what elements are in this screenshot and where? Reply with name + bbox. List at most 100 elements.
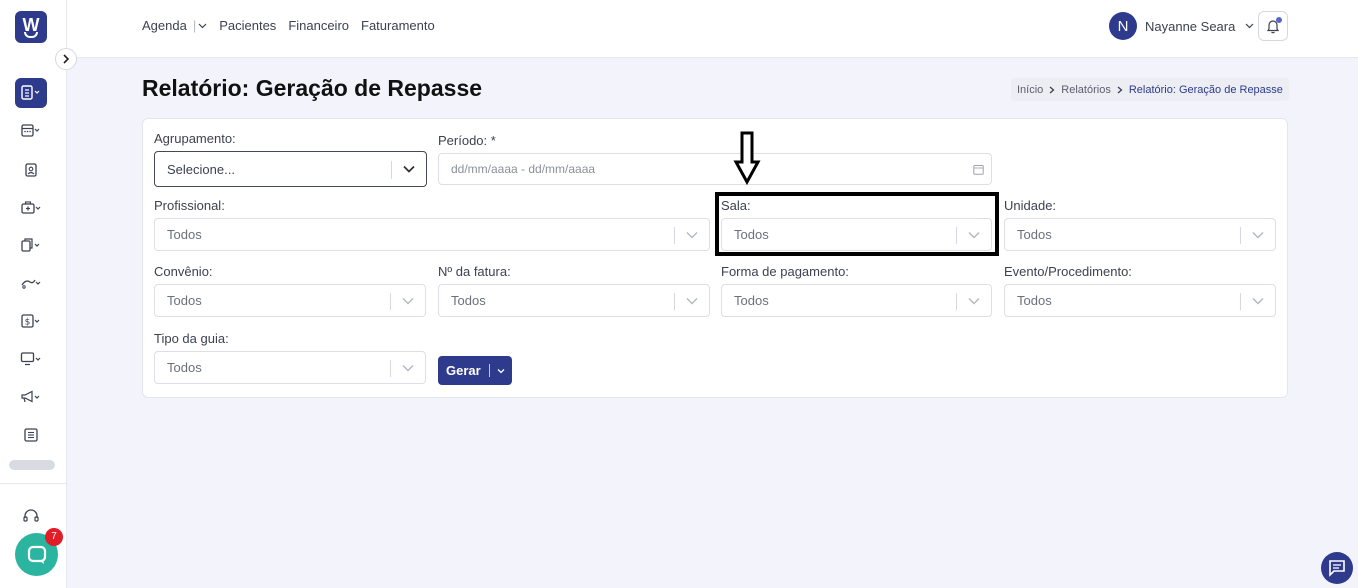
sidebar-item-patients[interactable] — [15, 155, 47, 185]
select-separator — [390, 360, 391, 377]
chevron-down-icon — [403, 165, 415, 173]
floating-message-button[interactable] — [1321, 552, 1353, 584]
sidebar-item-monitor[interactable] — [15, 344, 47, 374]
page-title: Relatório: Geração de Repasse — [142, 75, 483, 101]
sidebar-item-calendar[interactable] — [15, 116, 47, 146]
megaphone-icon — [21, 390, 40, 403]
evento-select[interactable]: Todos — [1004, 284, 1276, 317]
chevron-right-icon — [1049, 86, 1055, 93]
sidebar-item-marketing[interactable] — [15, 382, 47, 412]
chevron-down-icon — [968, 298, 980, 305]
sidebar-item-clinic[interactable] — [15, 193, 47, 223]
sidebar-item-procedures[interactable] — [15, 268, 47, 298]
chevron-right-icon — [1117, 86, 1123, 93]
id-badge-icon — [25, 163, 37, 177]
pagamento-value: Todos — [734, 293, 769, 308]
periodo-label: Período: * — [438, 133, 496, 148]
sidebar-item-reports[interactable] — [15, 78, 47, 108]
profissional-field: Profissional: Todos — [154, 198, 710, 251]
fatura-field: Nº da fatura: Todos — [438, 264, 710, 317]
nav-faturamento[interactable]: Faturamento — [361, 18, 435, 33]
sidebar-item-news[interactable] — [15, 420, 47, 450]
user-menu[interactable]: N Nayanne Seara — [1109, 12, 1254, 40]
evento-label: Evento/Procedimento: — [1004, 264, 1132, 279]
breadcrumb-home[interactable]: Início — [1017, 84, 1043, 96]
fatura-select[interactable]: Todos — [438, 284, 710, 317]
unidade-label: Unidade: — [1004, 198, 1057, 213]
guia-select[interactable]: Todos — [154, 351, 426, 384]
select-separator — [956, 293, 957, 310]
gerar-button[interactable]: Gerar — [438, 356, 512, 385]
chevron-down-icon[interactable] — [198, 23, 207, 29]
chevron-down-icon — [1252, 232, 1264, 239]
avatar: N — [1109, 12, 1137, 40]
calendar-icon — [21, 124, 40, 137]
select-separator — [391, 161, 392, 179]
app-logo[interactable]: W — [15, 11, 47, 43]
syringe-icon — [21, 279, 41, 289]
logo-smile-icon — [24, 32, 38, 38]
highlight-box — [715, 192, 999, 256]
breadcrumb-current: Relatório: Geração de Repasse — [1128, 83, 1283, 96]
sidebar-item-support[interactable] — [15, 501, 47, 531]
convenio-field: Convênio: Todos — [154, 264, 426, 317]
pagamento-field: Forma de pagamento: Todos — [721, 264, 992, 317]
nav-financeiro[interactable]: Financeiro — [288, 18, 349, 33]
chat-notification-badge: 7 — [45, 528, 63, 546]
breadcrumb: Início Relatórios Relatório: Geração de … — [1011, 78, 1289, 101]
pagamento-label: Forma de pagamento: — [721, 264, 849, 279]
pagamento-select[interactable]: Todos — [721, 284, 992, 317]
gerar-button-label: Gerar — [446, 363, 481, 378]
dollar-icon: $ — [21, 314, 40, 328]
guia-label: Tipo da guia: — [154, 331, 229, 346]
chevron-down-icon — [686, 298, 698, 305]
chevron-right-icon — [63, 54, 70, 64]
agrupamento-field: Agrupamento: Selecione... — [154, 131, 427, 187]
sidebar-toggle-button[interactable] — [55, 48, 77, 70]
evento-value: Todos — [1017, 293, 1052, 308]
select-separator — [390, 293, 391, 310]
sidebar-item-documents[interactable] — [15, 230, 47, 260]
unidade-select[interactable]: Todos — [1004, 218, 1276, 251]
sidebar-divider — [0, 483, 66, 484]
chevron-down-icon — [1252, 298, 1264, 305]
report-filter-card: Agrupamento: Selecione... Período: * dd/… — [142, 118, 1288, 398]
periodo-placeholder: dd/mm/aaaa - dd/mm/aaaa — [451, 162, 596, 176]
fatura-value: Todos — [451, 293, 486, 308]
notifications-button[interactable] — [1258, 11, 1288, 41]
convenio-select[interactable]: Todos — [154, 284, 426, 317]
select-separator — [1240, 293, 1241, 310]
sidebar: W $ 7 — [0, 0, 67, 588]
documents-icon — [21, 238, 40, 252]
top-bar: Agenda | Pacientes Financeiro Faturament… — [67, 0, 1358, 58]
chevron-down-icon — [402, 298, 414, 305]
sidebar-item-finance[interactable]: $ — [15, 306, 47, 336]
nav-pacientes[interactable]: Pacientes — [219, 18, 276, 33]
agrupamento-label: Agrupamento: — [154, 131, 236, 146]
document-list-icon — [21, 85, 40, 100]
notification-dot — [1276, 17, 1282, 23]
chat-bubble-icon — [27, 545, 46, 564]
newspaper-icon — [24, 428, 38, 442]
sidebar-scrollbar[interactable] — [9, 460, 55, 470]
periodo-field: Período: * dd/mm/aaaa - dd/mm/aaaa — [438, 133, 992, 185]
chevron-down-icon[interactable] — [497, 368, 505, 374]
periodo-date-range-input[interactable]: dd/mm/aaaa - dd/mm/aaaa — [438, 153, 992, 185]
profissional-select[interactable]: Todos — [154, 218, 710, 251]
chevron-down-icon — [1245, 23, 1254, 29]
chevron-down-icon — [402, 365, 414, 372]
message-icon — [1329, 560, 1345, 577]
nav-agenda[interactable]: Agenda — [142, 18, 187, 33]
unidade-field: Unidade: Todos — [1004, 198, 1276, 251]
breadcrumb-reports[interactable]: Relatórios — [1061, 84, 1111, 96]
select-separator — [674, 293, 675, 310]
agrupamento-select[interactable]: Selecione... — [154, 151, 427, 187]
headset-icon — [23, 509, 39, 522]
monitor-icon — [20, 352, 41, 366]
svg-text:$: $ — [25, 318, 31, 328]
down-arrow-icon — [733, 131, 761, 186]
user-name: Nayanne Seara — [1145, 18, 1236, 34]
nav-separator: | — [192, 18, 197, 33]
agrupamento-value: Selecione... — [167, 161, 235, 177]
unidade-value: Todos — [1017, 227, 1052, 242]
